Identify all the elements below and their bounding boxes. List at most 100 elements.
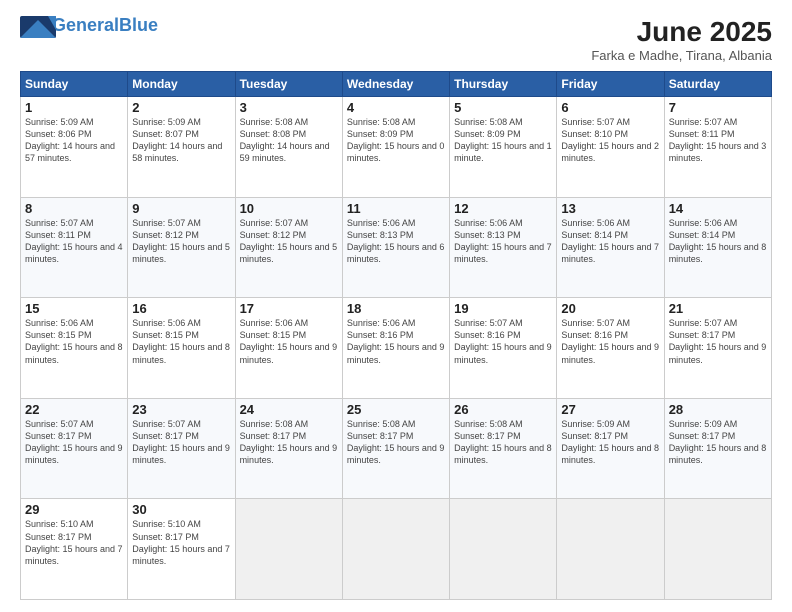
day-cell-13: 13 Sunrise: 5:06 AM Sunset: 8:14 PM Dayl…: [557, 197, 664, 298]
day-number: 13: [561, 201, 659, 216]
week-row-2: 8 Sunrise: 5:07 AM Sunset: 8:11 PM Dayli…: [21, 197, 772, 298]
day-number: 6: [561, 100, 659, 115]
day-cell-28: 28 Sunrise: 5:09 AM Sunset: 8:17 PM Dayl…: [664, 398, 771, 499]
logo-text-block: GeneralBlue: [52, 16, 158, 34]
logo-blue-text: Blue: [119, 15, 158, 35]
day-info: Sunrise: 5:06 AM Sunset: 8:13 PM Dayligh…: [347, 217, 445, 266]
day-number: 28: [669, 402, 767, 417]
day-number: 10: [240, 201, 338, 216]
empty-cell: [235, 499, 342, 600]
day-cell-10: 10 Sunrise: 5:07 AM Sunset: 8:12 PM Dayl…: [235, 197, 342, 298]
logo-general-text: General: [52, 15, 119, 35]
day-cell-25: 25 Sunrise: 5:08 AM Sunset: 8:17 PM Dayl…: [342, 398, 449, 499]
day-info: Sunrise: 5:06 AM Sunset: 8:14 PM Dayligh…: [561, 217, 659, 266]
title-block: June 2025 Farka e Madhe, Tirana, Albania: [591, 16, 772, 63]
day-info: Sunrise: 5:06 AM Sunset: 8:15 PM Dayligh…: [132, 317, 230, 366]
day-cell-3: 3 Sunrise: 5:08 AM Sunset: 8:08 PM Dayli…: [235, 97, 342, 198]
header-row: SundayMondayTuesdayWednesdayThursdayFrid…: [21, 72, 772, 97]
day-number: 17: [240, 301, 338, 316]
day-number: 1: [25, 100, 123, 115]
day-cell-2: 2 Sunrise: 5:09 AM Sunset: 8:07 PM Dayli…: [128, 97, 235, 198]
day-cell-5: 5 Sunrise: 5:08 AM Sunset: 8:09 PM Dayli…: [450, 97, 557, 198]
day-cell-1: 1 Sunrise: 5:09 AM Sunset: 8:06 PM Dayli…: [21, 97, 128, 198]
day-number: 9: [132, 201, 230, 216]
day-number: 14: [669, 201, 767, 216]
day-info: Sunrise: 5:10 AM Sunset: 8:17 PM Dayligh…: [25, 518, 123, 567]
day-cell-23: 23 Sunrise: 5:07 AM Sunset: 8:17 PM Dayl…: [128, 398, 235, 499]
day-info: Sunrise: 5:08 AM Sunset: 8:09 PM Dayligh…: [454, 116, 552, 165]
day-cell-7: 7 Sunrise: 5:07 AM Sunset: 8:11 PM Dayli…: [664, 97, 771, 198]
header-day-monday: Monday: [128, 72, 235, 97]
day-cell-11: 11 Sunrise: 5:06 AM Sunset: 8:13 PM Dayl…: [342, 197, 449, 298]
day-info: Sunrise: 5:06 AM Sunset: 8:15 PM Dayligh…: [25, 317, 123, 366]
day-cell-18: 18 Sunrise: 5:06 AM Sunset: 8:16 PM Dayl…: [342, 298, 449, 399]
logo-icon: [20, 16, 48, 34]
header: GeneralBlue June 2025 Farka e Madhe, Tir…: [20, 16, 772, 63]
day-cell-30: 30 Sunrise: 5:10 AM Sunset: 8:17 PM Dayl…: [128, 499, 235, 600]
day-number: 18: [347, 301, 445, 316]
day-number: 29: [25, 502, 123, 517]
day-number: 24: [240, 402, 338, 417]
logo-general: GeneralBlue: [52, 16, 158, 34]
day-info: Sunrise: 5:07 AM Sunset: 8:17 PM Dayligh…: [132, 418, 230, 467]
day-info: Sunrise: 5:06 AM Sunset: 8:15 PM Dayligh…: [240, 317, 338, 366]
day-number: 30: [132, 502, 230, 517]
day-info: Sunrise: 5:07 AM Sunset: 8:17 PM Dayligh…: [669, 317, 767, 366]
day-info: Sunrise: 5:07 AM Sunset: 8:11 PM Dayligh…: [25, 217, 123, 266]
day-info: Sunrise: 5:07 AM Sunset: 8:16 PM Dayligh…: [454, 317, 552, 366]
header-day-saturday: Saturday: [664, 72, 771, 97]
empty-cell: [557, 499, 664, 600]
header-day-tuesday: Tuesday: [235, 72, 342, 97]
day-info: Sunrise: 5:07 AM Sunset: 8:16 PM Dayligh…: [561, 317, 659, 366]
day-number: 25: [347, 402, 445, 417]
day-cell-20: 20 Sunrise: 5:07 AM Sunset: 8:16 PM Dayl…: [557, 298, 664, 399]
day-info: Sunrise: 5:08 AM Sunset: 8:17 PM Dayligh…: [454, 418, 552, 467]
header-day-thursday: Thursday: [450, 72, 557, 97]
day-info: Sunrise: 5:09 AM Sunset: 8:17 PM Dayligh…: [561, 418, 659, 467]
day-cell-14: 14 Sunrise: 5:06 AM Sunset: 8:14 PM Dayl…: [664, 197, 771, 298]
week-row-4: 22 Sunrise: 5:07 AM Sunset: 8:17 PM Dayl…: [21, 398, 772, 499]
day-number: 23: [132, 402, 230, 417]
day-info: Sunrise: 5:08 AM Sunset: 8:09 PM Dayligh…: [347, 116, 445, 165]
week-row-3: 15 Sunrise: 5:06 AM Sunset: 8:15 PM Dayl…: [21, 298, 772, 399]
day-info: Sunrise: 5:06 AM Sunset: 8:16 PM Dayligh…: [347, 317, 445, 366]
day-cell-12: 12 Sunrise: 5:06 AM Sunset: 8:13 PM Dayl…: [450, 197, 557, 298]
day-info: Sunrise: 5:07 AM Sunset: 8:12 PM Dayligh…: [240, 217, 338, 266]
logo: GeneralBlue: [20, 16, 158, 34]
header-day-sunday: Sunday: [21, 72, 128, 97]
day-info: Sunrise: 5:06 AM Sunset: 8:14 PM Dayligh…: [669, 217, 767, 266]
day-number: 16: [132, 301, 230, 316]
day-number: 4: [347, 100, 445, 115]
day-cell-19: 19 Sunrise: 5:07 AM Sunset: 8:16 PM Dayl…: [450, 298, 557, 399]
day-info: Sunrise: 5:09 AM Sunset: 8:17 PM Dayligh…: [669, 418, 767, 467]
day-info: Sunrise: 5:09 AM Sunset: 8:07 PM Dayligh…: [132, 116, 230, 165]
day-info: Sunrise: 5:07 AM Sunset: 8:10 PM Dayligh…: [561, 116, 659, 165]
day-number: 21: [669, 301, 767, 316]
week-row-5: 29 Sunrise: 5:10 AM Sunset: 8:17 PM Dayl…: [21, 499, 772, 600]
day-cell-9: 9 Sunrise: 5:07 AM Sunset: 8:12 PM Dayli…: [128, 197, 235, 298]
day-cell-29: 29 Sunrise: 5:10 AM Sunset: 8:17 PM Dayl…: [21, 499, 128, 600]
day-cell-16: 16 Sunrise: 5:06 AM Sunset: 8:15 PM Dayl…: [128, 298, 235, 399]
day-info: Sunrise: 5:07 AM Sunset: 8:11 PM Dayligh…: [669, 116, 767, 165]
day-info: Sunrise: 5:07 AM Sunset: 8:12 PM Dayligh…: [132, 217, 230, 266]
day-cell-6: 6 Sunrise: 5:07 AM Sunset: 8:10 PM Dayli…: [557, 97, 664, 198]
day-number: 7: [669, 100, 767, 115]
day-info: Sunrise: 5:08 AM Sunset: 8:08 PM Dayligh…: [240, 116, 338, 165]
day-number: 27: [561, 402, 659, 417]
day-info: Sunrise: 5:08 AM Sunset: 8:17 PM Dayligh…: [347, 418, 445, 467]
day-cell-4: 4 Sunrise: 5:08 AM Sunset: 8:09 PM Dayli…: [342, 97, 449, 198]
day-info: Sunrise: 5:08 AM Sunset: 8:17 PM Dayligh…: [240, 418, 338, 467]
day-number: 5: [454, 100, 552, 115]
day-info: Sunrise: 5:09 AM Sunset: 8:06 PM Dayligh…: [25, 116, 123, 165]
day-cell-22: 22 Sunrise: 5:07 AM Sunset: 8:17 PM Dayl…: [21, 398, 128, 499]
calendar-table: SundayMondayTuesdayWednesdayThursdayFrid…: [20, 71, 772, 600]
day-number: 20: [561, 301, 659, 316]
page: GeneralBlue June 2025 Farka e Madhe, Tir…: [0, 0, 792, 612]
empty-cell: [450, 499, 557, 600]
day-number: 12: [454, 201, 552, 216]
day-cell-26: 26 Sunrise: 5:08 AM Sunset: 8:17 PM Dayl…: [450, 398, 557, 499]
day-number: 2: [132, 100, 230, 115]
month-title: June 2025: [591, 16, 772, 48]
day-number: 3: [240, 100, 338, 115]
empty-cell: [664, 499, 771, 600]
